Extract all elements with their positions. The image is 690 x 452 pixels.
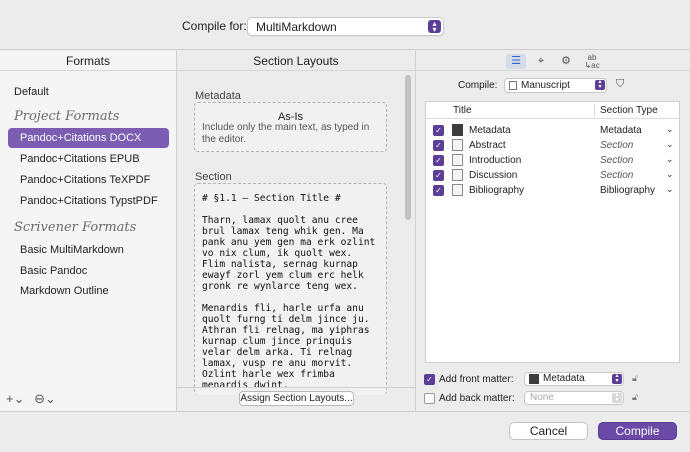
row-section-type[interactable]: Section	[600, 170, 633, 181]
chevron-down-icon[interactable]: ⌄	[666, 154, 674, 165]
row-title: Introduction	[469, 155, 522, 166]
back-matter-label: Add back matter:	[439, 393, 515, 404]
document-icon	[452, 154, 463, 166]
back-matter-checkbox[interactable]	[424, 393, 435, 404]
project-formats-heading: Project Formats	[14, 109, 120, 124]
back-matter-select[interactable]: None ▴ ▾	[524, 391, 624, 405]
row-title: Bibliography	[469, 185, 525, 196]
section-label: Section	[195, 171, 232, 183]
document-icon	[452, 169, 463, 181]
compile-for-label: Compile for:	[182, 19, 247, 33]
list-icon[interactable]: ☰	[506, 54, 526, 69]
cancel-button[interactable]: Cancel	[509, 422, 588, 440]
section-footer-divider	[177, 387, 415, 388]
chevron-updown-icon: ▴ ▾	[612, 373, 622, 384]
metadata-icon	[529, 374, 539, 384]
tag-icon[interactable]: ⌖	[531, 54, 551, 69]
format-item[interactable]: Pandoc+Citations EPUB	[8, 149, 169, 169]
table-row[interactable]: ✓ Bibliography Bibliography ⌄	[426, 183, 679, 198]
include-checkbox[interactable]: ✓	[433, 185, 444, 196]
filter-icon[interactable]: ⛉	[616, 78, 624, 91]
chevron-updown-icon: ▴ ▾	[428, 20, 441, 34]
document-icon	[509, 81, 517, 90]
lock-icon[interactable]: 🔓︎	[632, 392, 638, 403]
front-matter-value: Metadata	[543, 373, 585, 384]
row-title: Metadata	[469, 125, 511, 136]
section-preview-text: # §1.1 — Section Title # Tharn, lamax qu…	[202, 193, 376, 391]
column-divider	[594, 104, 595, 117]
compile-format-select[interactable]: MultiMarkdown ▴ ▾	[247, 17, 444, 36]
column-header-section-type[interactable]: Section Type	[600, 102, 658, 119]
contents-toolbar: ☰ ⌖ ⚙ ab ↳ac	[416, 51, 690, 71]
compile-contents-label: Compile:	[458, 80, 498, 91]
column-header-title[interactable]: Title	[453, 102, 472, 119]
contents-table: Title Section Type ✓ Metadata Metadata ⌄…	[425, 101, 680, 363]
chevron-updown-icon: ▴ ▾	[595, 79, 605, 90]
format-default[interactable]: Default	[8, 82, 169, 102]
asis-description: Include only the main text, as typed in …	[202, 122, 370, 145]
assign-section-layouts-button[interactable]: Assign Section Layouts...	[239, 391, 354, 406]
compile-contents-select[interactable]: Manuscript ▴ ▾	[504, 78, 607, 93]
front-matter-select[interactable]: Metadata ▴ ▾	[524, 372, 624, 386]
table-row[interactable]: ✓ Metadata Metadata ⌄	[426, 123, 679, 138]
chevron-down-icon[interactable]: ⌄	[666, 169, 674, 180]
include-checkbox[interactable]: ✓	[433, 155, 444, 166]
front-matter-checkbox[interactable]: ✓	[424, 374, 435, 385]
format-options-button[interactable]: ⊖⌄	[34, 391, 56, 406]
row-section-type[interactable]: Section	[600, 155, 633, 166]
compile-contents-panel: ☰ ⌖ ⚙ ab ↳ac Compile: Manuscript ▴ ▾ ⛉ Tit…	[416, 51, 690, 411]
format-item[interactable]: Basic Pandoc	[8, 261, 169, 281]
format-item[interactable]: Markdown Outline	[8, 281, 169, 301]
metadata-layout-box[interactable]: As-Is Include only the main text, as typ…	[194, 102, 387, 152]
row-section-type[interactable]: Bibliography	[600, 185, 655, 196]
chevron-down-icon[interactable]: ⌄	[666, 124, 674, 135]
document-icon	[452, 139, 463, 151]
table-header: Title Section Type	[426, 102, 679, 119]
format-item[interactable]: Pandoc+Citations DOCX	[8, 128, 169, 148]
include-checkbox[interactable]: ✓	[433, 125, 444, 136]
chevron-down-icon[interactable]: ⌄	[666, 139, 674, 150]
include-checkbox[interactable]: ✓	[433, 140, 444, 151]
format-item[interactable]: Basic MultiMarkdown	[8, 240, 169, 260]
compile-button[interactable]: Compile	[598, 422, 677, 440]
top-bar: Compile for: MultiMarkdown ▴ ▾	[0, 0, 690, 50]
compile-contents-value: Manuscript	[521, 80, 570, 91]
compile-format-value: MultiMarkdown	[256, 20, 337, 34]
lock-icon[interactable]: 🔓︎	[632, 373, 638, 384]
row-section-type[interactable]: Section	[600, 140, 633, 151]
formats-header: Formats	[0, 51, 176, 71]
add-format-button[interactable]: +⌄	[6, 391, 24, 406]
section-layout-box[interactable]: # §1.1 — Section Title # Tharn, lamax qu…	[194, 183, 387, 395]
metadata-label: Metadata	[195, 90, 241, 102]
chevron-down-icon[interactable]: ⌄	[666, 184, 674, 195]
chevron-updown-icon: ▴ ▾	[612, 392, 622, 403]
table-row[interactable]: ✓ Introduction Section ⌄	[426, 153, 679, 168]
format-item[interactable]: Pandoc+Citations TypstPDF	[8, 191, 169, 211]
row-title: Discussion	[469, 170, 518, 181]
document-icon	[452, 184, 463, 196]
gear-icon[interactable]: ⚙	[556, 54, 576, 69]
front-matter-label: Add front matter:	[439, 374, 514, 385]
row-section-type[interactable]: Metadata	[600, 125, 642, 136]
replace-icon[interactable]: ab ↳ac	[582, 54, 602, 70]
formats-panel: Formats Default Project Formats Pandoc+C…	[0, 51, 177, 411]
table-row[interactable]: ✓ Abstract Section ⌄	[426, 138, 679, 153]
section-layouts-panel: Section Layouts Metadata As-Is Include o…	[177, 51, 416, 411]
section-scrollbar[interactable]	[405, 75, 411, 220]
back-matter-value: None	[530, 392, 554, 403]
row-title: Abstract	[469, 140, 506, 151]
table-row[interactable]: ✓ Discussion Section ⌄	[426, 168, 679, 183]
dialog-footer: Cancel Compile	[0, 411, 690, 452]
format-tools: +⌄ ⊖⌄	[6, 391, 56, 407]
metadata-icon	[452, 124, 463, 136]
include-checkbox[interactable]: ✓	[433, 170, 444, 181]
section-layouts-header: Section Layouts	[177, 51, 415, 71]
format-item[interactable]: Pandoc+Citations TeXPDF	[8, 170, 169, 190]
scrivener-formats-heading: Scrivener Formats	[14, 220, 137, 235]
